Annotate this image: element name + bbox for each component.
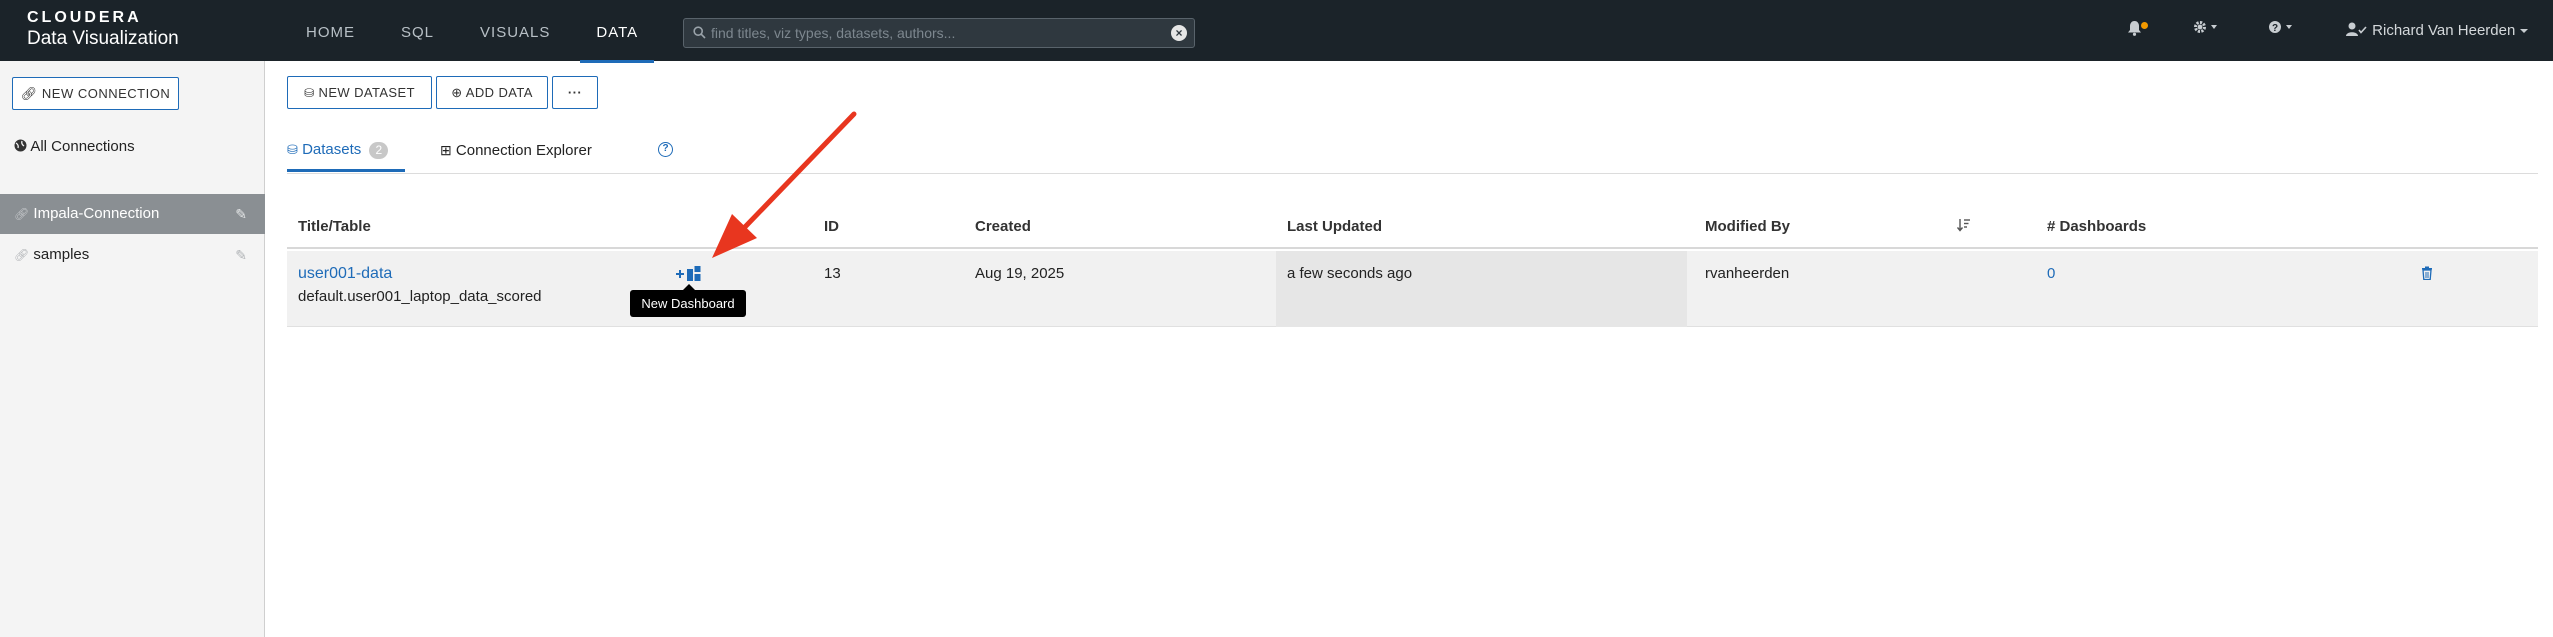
add-data-label: ADD DATA [465,85,533,100]
link-icon: 🔗︎ [14,207,30,221]
tab-datasets[interactable]: ⛁ Datasets 2 [287,138,405,172]
sorted-column-highlight [1276,251,1687,327]
app-name: Data Visualization [27,28,179,49]
nav-sql[interactable]: SQL [385,0,450,61]
dataset-last-updated: a few seconds ago [1287,265,1413,282]
tabs-divider [287,173,2538,174]
connection-item-impala[interactable]: 🔗︎ Impala-Connection ✎ [0,194,265,234]
search-input[interactable] [711,19,1151,47]
col-created-header[interactable]: Created [975,204,1031,249]
clear-search-icon[interactable]: × [1171,25,1187,41]
link-icon: 🔗︎ [14,248,30,262]
notification-dot [2141,22,2148,29]
edit-pencil-icon[interactable]: ✎ [235,194,247,234]
datasets-icon: ⛁ [304,86,315,100]
col-id-header[interactable]: ID [824,204,839,249]
dataset-dashboards-count[interactable]: 0 [2047,265,2055,282]
new-dataset-label: NEW DATASET [318,85,415,100]
notifications-bell-icon[interactable] [2127,20,2142,40]
global-search[interactable]: × [683,18,1195,48]
plus-circle-icon: ⊕ [451,85,463,100]
svg-text:?: ? [2272,23,2278,34]
more-options-button[interactable]: ··· [552,76,598,109]
new-connection-label: NEW CONNECTION [41,86,171,101]
table-header: Title/Table ID Created Last Updated Modi… [287,204,2538,249]
table-row: user001-data default.user001_laptop_data… [287,251,2538,327]
main-nav: HOME SQL VISUALS DATA [290,0,668,63]
user-icon [2346,22,2367,36]
connection-item-samples[interactable]: 🔗︎ samples ✎ [0,235,265,275]
connection-label: samples [33,246,90,263]
dataset-table-name: default.user001_laptop_data_scored [298,288,542,305]
dataset-title-link[interactable]: user001-data [298,265,392,283]
sort-desc-icon[interactable] [1956,218,1971,235]
top-navbar: CLOUDERA Data Visualization HOME SQL VIS… [0,0,2553,63]
col-title-header[interactable]: Title/Table [298,204,371,249]
brand[interactable]: CLOUDERA Data Visualization [27,9,179,50]
all-connections-link[interactable]: All Connections [14,138,135,155]
dataset-created: Aug 19, 2025 [975,265,1065,282]
search-icon [693,26,706,39]
all-connections-label: All Connections [30,138,135,155]
col-last-updated-header[interactable]: Last Updated [1287,204,1382,249]
new-dataset-button[interactable]: ⛁ NEW DATASET [287,76,432,109]
dataset-id: 13 [824,265,841,282]
tab-datasets-label: Datasets [302,141,362,158]
cloudera-logo: CLOUDERA [27,9,142,26]
trash-icon[interactable] [2421,266,2433,280]
col-dashboards-header[interactable]: # Dashboards [2047,204,2146,249]
nav-home[interactable]: HOME [290,0,371,61]
connections-sidebar: 🔗︎ NEW CONNECTION All Connections 🔗︎ Imp… [0,61,265,637]
settings-gear-icon[interactable] [2193,20,2219,38]
new-connection-button[interactable]: 🔗︎ NEW CONNECTION [12,77,179,110]
edit-pencil-icon[interactable]: ✎ [235,235,247,275]
help-menu-icon[interactable]: ? [2268,20,2294,38]
datasets-icon: ⛁ [287,142,298,157]
col-modified-by-header[interactable]: Modified By [1705,204,1790,249]
tab-connection-explorer[interactable]: ⊞ Connection Explorer [440,138,592,172]
globe-icon [14,139,27,152]
link-icon: 🔗︎ [20,86,38,101]
nav-visuals[interactable]: VISUALS [464,0,566,61]
add-data-button[interactable]: ⊕ ADD DATA [436,76,548,109]
connection-label: Impala-Connection [33,205,160,222]
user-menu[interactable]: Richard Van Heerden [2346,22,2529,39]
datasets-count-badge: 2 [369,142,389,159]
help-circle-icon[interactable]: ? [658,142,673,157]
new-dashboard-tooltip: New Dashboard [630,284,746,317]
chevron-down-icon [2520,29,2529,33]
table-icon: ⊞ [440,142,452,158]
nav-data[interactable]: DATA [580,0,654,63]
tab-explorer-label: Connection Explorer [455,142,592,159]
dataset-modified-by: rvanheerden [1705,265,1790,282]
user-name: Richard Van Heerden [2372,22,2516,39]
